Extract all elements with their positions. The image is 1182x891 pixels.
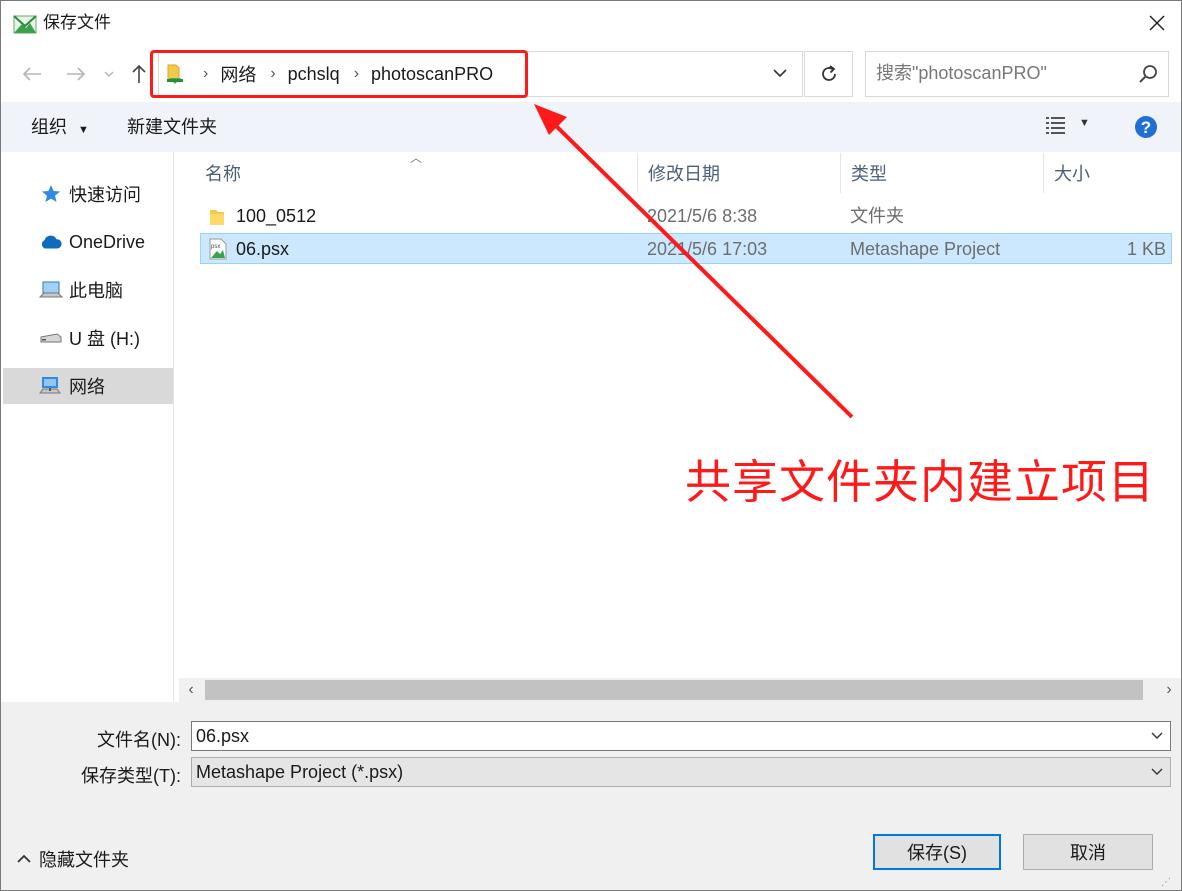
sidebar-item-label: OneDrive bbox=[69, 231, 146, 252]
scroll-left-button[interactable]: ‹ bbox=[179, 678, 203, 702]
list-item[interactable]: psx 06.psx 2021/5/6 17:03 Metashape Proj… bbox=[200, 233, 1172, 264]
file-name: 06.psx bbox=[236, 239, 290, 259]
search-input[interactable] bbox=[876, 52, 1126, 94]
sidebar-item-onedrive[interactable]: OneDrive bbox=[3, 224, 173, 260]
sidebar-item-network[interactable]: 网络 bbox=[3, 368, 173, 404]
view-options-button[interactable] bbox=[1044, 114, 1068, 138]
app-icon bbox=[13, 13, 37, 35]
star-icon bbox=[39, 184, 63, 204]
computer-icon bbox=[39, 280, 63, 300]
filetype-select[interactable]: Metashape Project (*.psx) bbox=[191, 757, 1171, 787]
chevron-down-icon[interactable] bbox=[1150, 728, 1164, 747]
arrow-left-icon bbox=[22, 67, 41, 81]
new-folder-button[interactable]: 新建文件夹 bbox=[127, 115, 217, 139]
save-button[interactable]: 保存(S) bbox=[873, 834, 1001, 870]
caret-down-icon: ▼ bbox=[1079, 117, 1090, 129]
annotation-text: 共享文件夹内建立项目 bbox=[685, 455, 1155, 509]
chevron-down-icon bbox=[104, 71, 114, 77]
cancel-button[interactable]: 取消 bbox=[1023, 834, 1153, 870]
sidebar-item-label: U 盘 (H:) bbox=[69, 329, 140, 349]
view-dropdown-button[interactable]: ▼ bbox=[1079, 117, 1090, 129]
organize-button[interactable]: 组织 ▼ bbox=[31, 115, 89, 142]
file-type: 文件夹 bbox=[850, 206, 904, 226]
hide-folders-label: 隐藏文件夹 bbox=[39, 850, 129, 870]
details-view-icon bbox=[1046, 117, 1065, 134]
annotation-highlight-box bbox=[150, 50, 528, 98]
psx-file-icon: psx bbox=[208, 238, 228, 260]
up-button[interactable] bbox=[127, 59, 151, 89]
arrow-right-icon bbox=[67, 67, 86, 81]
navigation-pane: 快速访问 OneDrive 此电脑 U 盘 (H:) 网络 bbox=[1, 152, 174, 702]
resize-grip-icon[interactable]: ⋰ bbox=[1161, 877, 1171, 888]
sidebar-item-this-pc[interactable]: 此电脑 bbox=[3, 272, 173, 308]
close-icon bbox=[1149, 15, 1165, 31]
organize-label: 组织 bbox=[31, 117, 67, 137]
forward-button[interactable] bbox=[61, 59, 91, 89]
refresh-icon bbox=[821, 65, 836, 81]
search-box[interactable] bbox=[865, 51, 1169, 97]
cloud-icon bbox=[39, 233, 63, 251]
list-item[interactable]: 100_0512 2021/5/6 8:38 文件夹 bbox=[200, 201, 1172, 232]
column-header-size[interactable]: 大小 bbox=[1044, 153, 1174, 193]
window-title: 保存文件 bbox=[43, 13, 111, 32]
save-file-dialog: 保存文件 › 网络 › pchslq › photoscanPRO 搜索"pho… bbox=[0, 0, 1182, 891]
network-icon bbox=[39, 375, 63, 397]
filetype-value: Metashape Project (*.psx) bbox=[196, 762, 404, 782]
help-button[interactable]: ? bbox=[1134, 115, 1158, 144]
sidebar-item-label: 网络 bbox=[69, 377, 105, 397]
usb-drive-icon bbox=[39, 331, 63, 345]
recent-locations-button[interactable] bbox=[97, 59, 121, 89]
back-button[interactable] bbox=[17, 59, 47, 89]
arrow-up-icon bbox=[132, 64, 146, 83]
chevron-up-icon bbox=[17, 854, 31, 864]
sidebar-item-quick-access[interactable]: 快速访问 bbox=[3, 176, 173, 212]
chevron-down-icon bbox=[773, 68, 787, 77]
refresh-button[interactable] bbox=[804, 51, 853, 97]
file-date: 2021/5/6 8:38 bbox=[647, 206, 758, 226]
svg-text:?: ? bbox=[1141, 118, 1151, 137]
column-header-name[interactable]: 名称 bbox=[195, 153, 638, 193]
search-icon[interactable] bbox=[1138, 64, 1158, 89]
file-date: 2021/5/6 17:03 bbox=[647, 239, 768, 259]
column-header-date[interactable]: 修改日期 bbox=[638, 153, 841, 193]
column-header-type[interactable]: 类型 bbox=[841, 153, 1044, 193]
scroll-right-button[interactable]: › bbox=[1157, 678, 1181, 702]
chevron-down-icon bbox=[1150, 764, 1164, 783]
file-name: 100_0512 bbox=[236, 206, 317, 226]
svg-text:psx: psx bbox=[211, 244, 220, 250]
title-bar bbox=[1, 1, 1181, 45]
file-type: Metashape Project bbox=[850, 239, 1001, 259]
filename-input[interactable] bbox=[196, 722, 1096, 750]
sidebar-item-label: 快速访问 bbox=[69, 185, 141, 205]
caret-down-icon: ▼ bbox=[78, 124, 89, 136]
folder-icon bbox=[208, 206, 226, 226]
filename-label: 文件名(N): bbox=[97, 730, 181, 750]
hide-folders-toggle[interactable]: 隐藏文件夹 bbox=[17, 846, 129, 872]
help-icon: ? bbox=[1135, 116, 1157, 138]
chevron-right-icon: › bbox=[1166, 681, 1172, 698]
scrollbar-thumb[interactable] bbox=[205, 680, 1143, 700]
close-button[interactable] bbox=[1133, 1, 1181, 45]
file-size: 1 KB bbox=[1126, 239, 1166, 259]
filename-combobox[interactable] bbox=[191, 721, 1171, 751]
sidebar-item-usb-drive[interactable]: U 盘 (H:) bbox=[3, 320, 173, 356]
sidebar-item-label: 此电脑 bbox=[69, 281, 123, 301]
chevron-left-icon: ‹ bbox=[188, 681, 194, 698]
horizontal-scrollbar[interactable]: ‹ › bbox=[179, 678, 1181, 702]
address-history-dropdown[interactable] bbox=[759, 51, 801, 95]
filetype-label: 保存类型(T): bbox=[81, 766, 181, 786]
